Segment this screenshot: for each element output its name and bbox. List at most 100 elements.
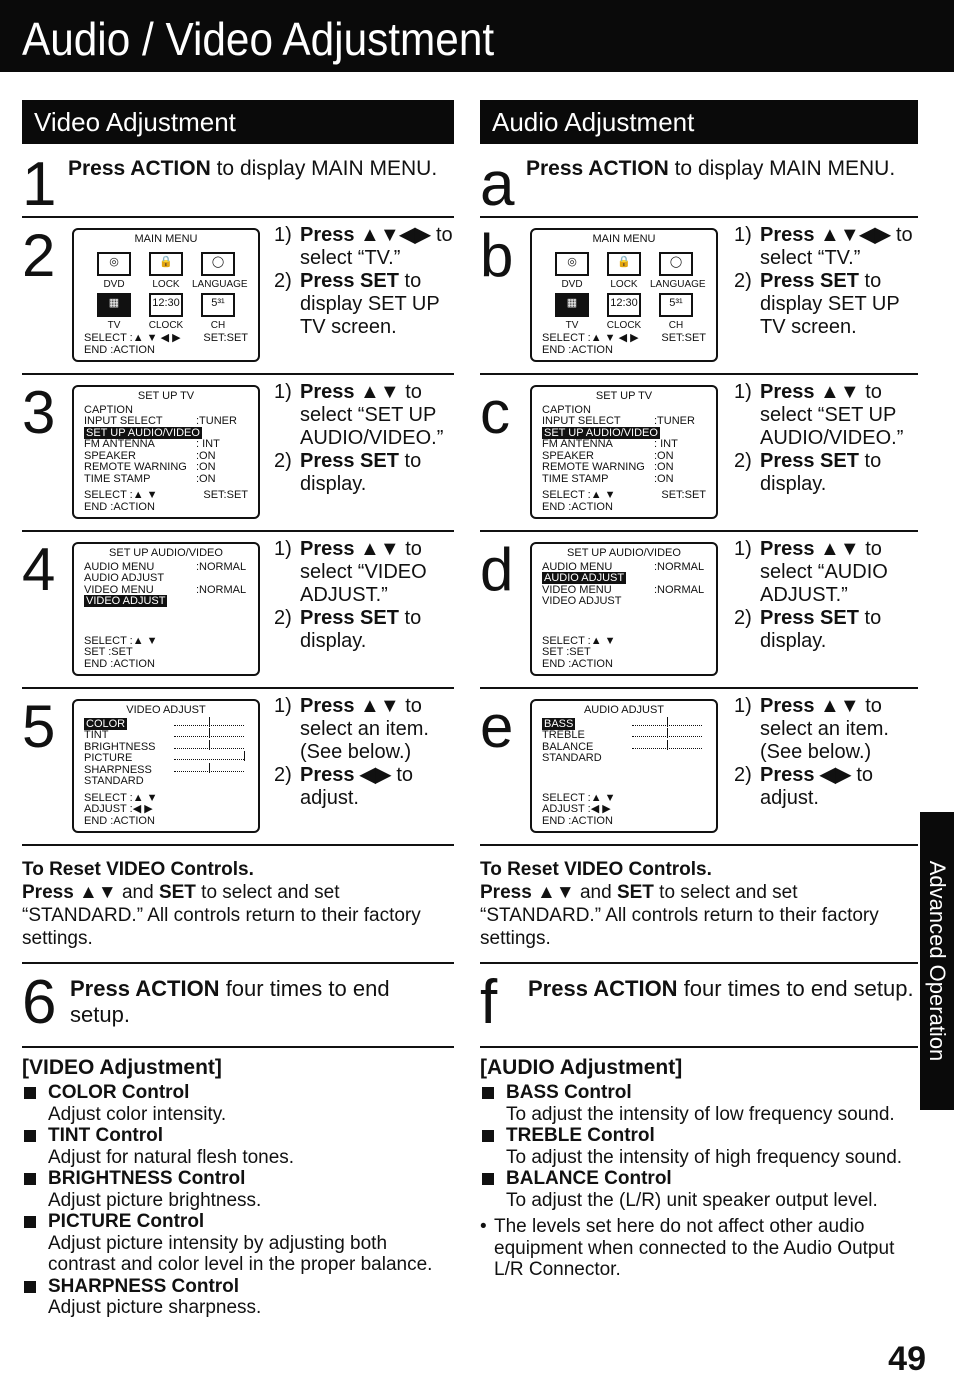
- osd-end-hint: END :ACTION: [84, 814, 155, 827]
- menu-icon-grid: ◎ DVD 🔒 LOCK ◯ LANGUAGE ▦ TV 12:30 CLOCK 5³¹ CH: [84, 251, 248, 332]
- instruction-text: Press SET to display.: [760, 450, 918, 496]
- note: • The levels set here do not affect other…: [480, 1216, 918, 1281]
- instruction-line: 1) Press ▲▼ to select “VIDEO ADJUST.”: [274, 538, 454, 607]
- osd-row: INPUT SELECT:TUNER: [542, 415, 706, 428]
- instruction-line: 2) Press SET to display SET UP TV screen.: [274, 270, 454, 339]
- bold-text: Press ▲▼: [300, 538, 400, 560]
- side-tab-label: Advanced Operation: [925, 860, 950, 1062]
- osd-row: VIDEO ADJUST: [84, 595, 248, 608]
- step-number: f: [480, 968, 498, 1037]
- osd-title: SET UP AUDIO/VIDEO: [109, 547, 223, 559]
- menu-icon-label: DVD: [561, 279, 583, 290]
- instruction-line: 1) Press ▲▼ to select an item. (See below…: [734, 695, 918, 764]
- osd-item: TREBLE: [542, 729, 585, 741]
- osd-select-hint: SELECT :▲ ▼ ◀ ▶: [542, 332, 639, 344]
- icon-glyph: ▦: [108, 296, 120, 309]
- instruction-number: 1): [734, 695, 752, 717]
- bold-text: Press SET: [760, 607, 859, 629]
- step-number: d: [480, 536, 514, 603]
- osd-adjust-hint: ADJUST :◀ ▶: [542, 803, 611, 815]
- title-bar: Audio / Video Adjustment: [0, 0, 954, 72]
- step-3: 3 SET UP TV CAPTION INPUT SELECT:TUNER SET U…: [22, 375, 454, 532]
- reset-text: Press ▲▼ and SET to select and set “STAN…: [22, 881, 454, 950]
- level-marker: [209, 762, 210, 773]
- level-bar: [174, 716, 244, 727]
- osd-item: VIDEO ADJUST: [542, 595, 622, 607]
- control-name: SHARPNESS Control: [48, 1275, 240, 1297]
- level-bar: [174, 739, 244, 750]
- osd-title: VIDEO ADJUST: [126, 704, 206, 716]
- step-number: c: [480, 379, 510, 446]
- square-bullet-icon: [482, 1173, 494, 1185]
- osd-footer: SELECT :▲ ▼ SET :SET END :ACTION: [84, 635, 158, 671]
- step-f: f Press ACTION four times to end setup.: [480, 964, 918, 1048]
- icon-glyph: 5³¹: [211, 296, 225, 309]
- osd-set-hint: SET:SET: [661, 331, 706, 344]
- osd-set-hint: SET:SET: [203, 331, 248, 344]
- control-description: Adjust for natural flesh tones.: [48, 1146, 295, 1168]
- osd-item: STANDARD: [542, 752, 602, 764]
- menu-icon-tv: ▦ TV: [88, 292, 140, 332]
- section-header: Audio Adjustment: [480, 100, 918, 144]
- ch-icon: 5³¹: [659, 292, 693, 317]
- controls-description: [VIDEO Adjustment] COLOR Control Adjust co…: [22, 1048, 454, 1319]
- icon-glyph: ▦: [566, 296, 578, 309]
- osd-set-hint: SET :SET: [84, 646, 133, 658]
- text: and: [574, 882, 617, 903]
- page-number: 49: [888, 1340, 926, 1378]
- step-number: 5: [22, 693, 56, 760]
- level-bar: [174, 728, 244, 738]
- osd-item-value: :NORMAL: [654, 583, 705, 596]
- osd-item: TINT: [84, 729, 109, 741]
- instruction-text: Press SET to display SET UP TV screen.: [300, 270, 454, 339]
- osd-item-value: :TUNER: [654, 415, 695, 427]
- bold-text: Press ACTION: [68, 157, 211, 180]
- step-number: 3: [22, 379, 56, 446]
- instruction-line: 1) Press ▲▼◀▶ to select “TV.”: [734, 224, 918, 270]
- osd-screen: VIDEO ADJUST COLOR TINT BRIGHTNESS PICTURE SH…: [72, 699, 260, 833]
- bold-text: Press SET: [760, 450, 859, 472]
- text: four times to end setup.: [677, 976, 914, 1001]
- osd-selected-item: VIDEO ADJUST: [84, 595, 168, 607]
- osd-screen-main-menu: MAIN MENU ◎ DVD 🔒 LOCK ◯ LANGUAGE ▦ TV 12:30 CLOCK…: [72, 228, 260, 362]
- control-item: BALANCE Control To adjust the (L/R) unit …: [480, 1168, 918, 1211]
- instruction-line: 2) Press ◀▶ to adjust.: [274, 764, 454, 810]
- section-header: Video Adjustment: [22, 100, 454, 144]
- icon-glyph: 5³¹: [669, 296, 683, 309]
- osd-end-hint: END :ACTION: [542, 500, 613, 513]
- level-marker: [667, 716, 668, 727]
- osd-adjust-hint: ADJUST :◀ ▶: [84, 803, 153, 815]
- page-title: Audio / Video Adjustment: [22, 13, 495, 65]
- osd-set-hint: SET :SET: [542, 646, 591, 658]
- osd-item: FM ANTENNA: [542, 438, 613, 450]
- osd-item-label: VIDEO ADJUST: [84, 595, 196, 608]
- instruction-text: Press ◀▶ to adjust.: [760, 764, 918, 810]
- osd-item: AUDIO MENU: [542, 560, 613, 573]
- step-number: e: [480, 693, 514, 760]
- control-item: TREBLE Control To adjust the intensity of…: [480, 1125, 918, 1168]
- osd-footer: SELECT :▲ ▼ ◀ ▶ END :ACTION: [542, 332, 639, 356]
- menu-icon-dvd: ◎ DVD: [88, 251, 140, 291]
- step-1: 1 Press ACTION to display MAIN MENU.: [22, 144, 454, 218]
- control-item: COLOR Control Adjust color intensity.: [22, 1082, 454, 1125]
- step-b: b MAIN MENU ◎ DVD 🔒 LOCK ◯ LANGUAGE ▦ TV 12:30 CLOC…: [480, 218, 918, 375]
- control-name: TREBLE Control: [506, 1125, 655, 1146]
- control-name: COLOR Control: [48, 1082, 190, 1103]
- control-name: TINT Control: [48, 1125, 164, 1146]
- osd-item-value: :ON: [654, 472, 674, 485]
- osd-screen: SET UP TV CAPTION INPUT SELECT:TUNER SET UP…: [72, 385, 260, 519]
- square-bullet-icon: [24, 1130, 36, 1142]
- osd-screen: SET UP AUDIO/VIDEO AUDIO MENU:NORMAL AUDIO…: [530, 542, 718, 676]
- instruction-text: Press ▲▼◀▶ to select “TV.”: [760, 224, 918, 270]
- bold-text: Press ▲▼: [760, 381, 860, 403]
- step-number: a: [480, 150, 515, 219]
- control-item: SHARPNESS Control Adjust picture sharpnes…: [22, 1276, 454, 1319]
- osd-end-hint: END :ACTION: [542, 343, 613, 356]
- dvd-icon: ◎: [97, 251, 131, 276]
- square-bullet-icon: [482, 1087, 494, 1099]
- instruction-number: 1): [274, 538, 292, 560]
- instruction-text: Press SET to display.: [300, 607, 454, 653]
- level-bar: [174, 762, 244, 773]
- dvd-icon: ◎: [555, 251, 589, 276]
- osd-screen: SET UP TV CAPTION INPUT SELECT:TUNER SET UP…: [530, 385, 718, 519]
